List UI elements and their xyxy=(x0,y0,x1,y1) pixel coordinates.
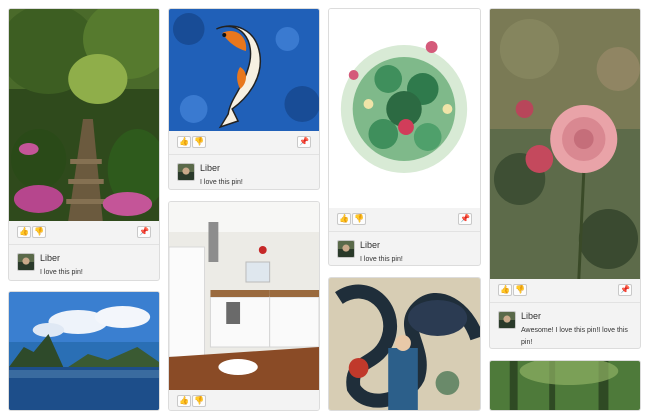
avatar[interactable] xyxy=(337,240,355,258)
pushpin-icon: 📌 xyxy=(620,285,630,294)
pin-image-green-forest[interactable] xyxy=(490,361,640,410)
dislike-button[interactable]: 👎 xyxy=(192,136,206,148)
like-button[interactable]: 👍 xyxy=(177,395,191,407)
username[interactable]: Liber xyxy=(521,311,541,322)
username[interactable]: Liber xyxy=(40,253,60,264)
pin-button[interactable]: 📌 xyxy=(618,284,632,296)
avatar[interactable] xyxy=(177,163,195,181)
pin-image-kitchen[interactable] xyxy=(169,202,319,390)
comment-text: I love this pin! xyxy=(40,269,83,276)
thumbs-down-icon: 👎 xyxy=(194,137,204,146)
pin-image-floral-wreath[interactable] xyxy=(329,9,480,208)
pin-actions: 👍 👎 📌 xyxy=(169,131,319,155)
pin-image-painting[interactable] xyxy=(329,278,480,410)
like-button[interactable]: 👍 xyxy=(498,284,512,296)
pin-button[interactable]: 📌 xyxy=(458,213,472,225)
thumbs-up-icon: 👍 xyxy=(179,137,189,146)
pushpin-icon: 📌 xyxy=(299,137,309,146)
comment-text: Awesome! I love this pin!I love this pin… xyxy=(521,327,628,346)
thumbs-down-icon: 👎 xyxy=(34,227,44,236)
pin-card-painting xyxy=(328,277,481,411)
pin-card-kitchen: 👍 👎 xyxy=(168,201,320,411)
dislike-button[interactable]: 👎 xyxy=(352,213,366,225)
pin-image-koi[interactable] xyxy=(169,9,319,131)
thumbs-up-icon: 👍 xyxy=(339,214,349,223)
pin-image-rose[interactable] xyxy=(490,9,640,279)
comment-text: I love this pin! xyxy=(360,256,403,263)
username[interactable]: Liber xyxy=(200,163,220,174)
dislike-button[interactable]: 👎 xyxy=(192,395,206,407)
like-button[interactable]: 👍 xyxy=(337,213,351,225)
pin-card-forest-path: 👍 👎 📌 Liber I love this pin! xyxy=(8,8,160,281)
pin-actions: 👍 👎 📌 xyxy=(9,221,159,245)
dislike-button[interactable]: 👎 xyxy=(513,284,527,296)
pushpin-icon: 📌 xyxy=(139,227,149,236)
pin-image-lake[interactable] xyxy=(9,292,159,410)
avatar[interactable] xyxy=(498,311,516,329)
pin-card-koi: 👍 👎 📌 Liber I love this pin! xyxy=(168,8,320,190)
comment-text: I love this pin! xyxy=(200,179,243,186)
pin-button[interactable]: 📌 xyxy=(137,226,151,238)
username[interactable]: Liber xyxy=(360,240,380,251)
avatar[interactable] xyxy=(17,253,35,271)
thumbs-up-icon: 👍 xyxy=(19,227,29,236)
pin-actions: 👍 👎 📌 xyxy=(329,208,480,232)
pin-button[interactable]: 📌 xyxy=(297,136,311,148)
thumbs-up-icon: 👍 xyxy=(179,396,189,405)
thumbs-down-icon: 👎 xyxy=(515,285,525,294)
like-button[interactable]: 👍 xyxy=(17,226,31,238)
pushpin-icon: 📌 xyxy=(460,214,470,223)
pin-card-lake xyxy=(8,291,160,411)
pin-image-forest-path[interactable] xyxy=(9,9,159,221)
pin-card-rose: 👍 👎 📌 Liber Awesome! I love this pin!I l… xyxy=(489,8,641,349)
thumbs-down-icon: 👎 xyxy=(194,396,204,405)
pin-card-green-forest xyxy=(489,360,641,411)
thumbs-down-icon: 👎 xyxy=(354,214,364,223)
pin-actions: 👍 👎 xyxy=(169,390,319,410)
thumbs-up-icon: 👍 xyxy=(500,285,510,294)
like-button[interactable]: 👍 xyxy=(177,136,191,148)
pin-card-floral-wreath: 👍 👎 📌 Liber I love this pin! xyxy=(328,8,481,266)
dislike-button[interactable]: 👎 xyxy=(32,226,46,238)
pin-actions: 👍 👎 📌 xyxy=(490,279,640,303)
